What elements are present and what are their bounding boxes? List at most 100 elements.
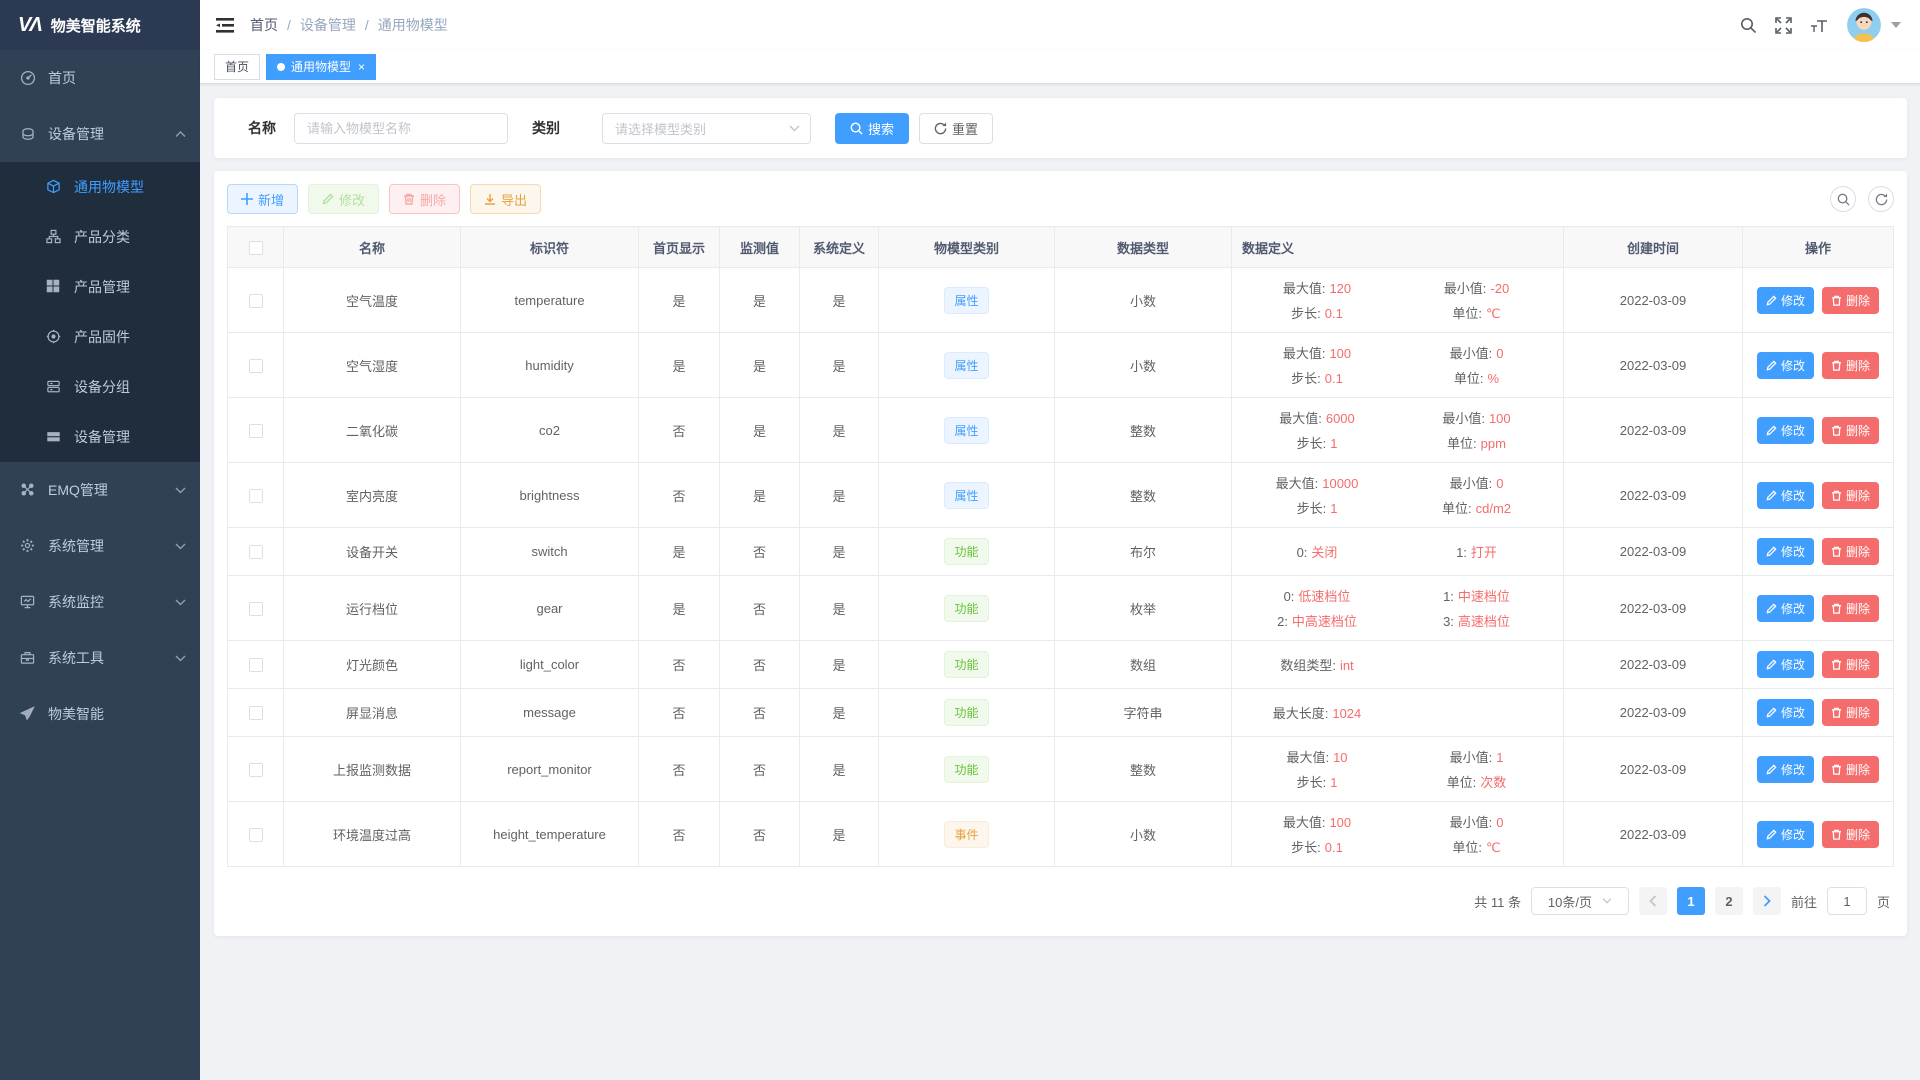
sidebar-item-emq-mgmt[interactable]: EMQ管理 bbox=[0, 462, 200, 518]
name-filter-input[interactable] bbox=[294, 113, 508, 144]
row-monitor-value: 否 bbox=[720, 576, 800, 641]
sidebar-menu: 首页设备管理通用物模型产品分类产品管理产品固件设备分组设备管理EMQ管理系统管理… bbox=[0, 50, 200, 742]
row-checkbox[interactable] bbox=[249, 294, 263, 308]
row-data-type: 整数 bbox=[1055, 737, 1232, 802]
row-system-defined: 是 bbox=[800, 802, 879, 867]
chevron-down-icon[interactable] bbox=[1891, 22, 1901, 28]
row-checkbox[interactable] bbox=[249, 424, 263, 438]
row-identifier: switch bbox=[461, 528, 639, 576]
row-created-time: 2022-03-09 bbox=[1564, 463, 1743, 528]
row-edit-button[interactable]: 修改 bbox=[1757, 482, 1814, 509]
row-delete-button[interactable]: 删除 bbox=[1822, 699, 1879, 726]
row-delete-button[interactable]: 删除 bbox=[1822, 756, 1879, 783]
page-button-1[interactable]: 1 bbox=[1677, 887, 1705, 915]
row-edit-button[interactable]: 修改 bbox=[1757, 651, 1814, 678]
row-category: 功能 bbox=[879, 528, 1055, 576]
row-checkbox[interactable] bbox=[249, 706, 263, 720]
row-delete-button[interactable]: 删除 bbox=[1822, 482, 1879, 509]
row-checkbox[interactable] bbox=[249, 658, 263, 672]
goto-page-input[interactable] bbox=[1827, 887, 1867, 915]
row-checkbox[interactable] bbox=[249, 763, 263, 777]
reset-button[interactable]: 重置 bbox=[919, 113, 993, 144]
delete-button[interactable]: 删除 bbox=[389, 184, 460, 214]
sidebar-fold-icon[interactable] bbox=[216, 18, 234, 33]
row-delete-button[interactable]: 删除 bbox=[1822, 821, 1879, 848]
row-edit-button[interactable]: 修改 bbox=[1757, 538, 1814, 565]
sidebar-item-thing-model[interactable]: 通用物模型 bbox=[0, 162, 200, 212]
add-button[interactable]: 新增 bbox=[227, 184, 298, 214]
row-name: 上报监测数据 bbox=[284, 737, 461, 802]
row-delete-button[interactable]: 删除 bbox=[1822, 287, 1879, 314]
sidebar-item-system-tools[interactable]: 系统工具 bbox=[0, 630, 200, 686]
row-created-time: 2022-03-09 bbox=[1564, 576, 1743, 641]
refresh-icon[interactable] bbox=[1868, 186, 1894, 212]
category-tag: 功能 bbox=[944, 651, 988, 678]
row-edit-button[interactable]: 修改 bbox=[1757, 821, 1814, 848]
row-edit-button[interactable]: 修改 bbox=[1757, 417, 1814, 444]
server-icon bbox=[46, 379, 62, 395]
sidebar-item-device-mgmt[interactable]: 设备管理 bbox=[0, 106, 200, 162]
sidebar-item-label: 产品分类 bbox=[74, 227, 186, 247]
row-checkbox[interactable] bbox=[249, 545, 263, 559]
edit-button[interactable]: 修改 bbox=[308, 184, 379, 214]
next-page-button[interactable] bbox=[1753, 887, 1781, 915]
row-edit-button[interactable]: 修改 bbox=[1757, 756, 1814, 783]
row-delete-button[interactable]: 删除 bbox=[1822, 651, 1879, 678]
row-delete-button[interactable]: 删除 bbox=[1822, 352, 1879, 379]
row-select-cell bbox=[228, 463, 284, 528]
row-identifier: temperature bbox=[461, 268, 639, 333]
page-button-2[interactable]: 2 bbox=[1715, 887, 1743, 915]
search-button[interactable]: 搜索 bbox=[835, 113, 909, 144]
row-data-def: 最大长度:1024 bbox=[1232, 689, 1564, 737]
row-delete-button[interactable]: 删除 bbox=[1822, 595, 1879, 622]
sidebar-item-home[interactable]: 首页 bbox=[0, 50, 200, 106]
tab-thing-model[interactable]: 通用物模型 × bbox=[266, 54, 376, 80]
sidebar-item-product-mgmt[interactable]: 产品管理 bbox=[0, 262, 200, 312]
avatar[interactable] bbox=[1847, 8, 1881, 42]
sidebar-item-system-monitor[interactable]: 系统监控 bbox=[0, 574, 200, 630]
goto-suffix: 页 bbox=[1877, 892, 1890, 911]
export-button[interactable]: 导出 bbox=[470, 184, 541, 214]
select-all-checkbox[interactable] bbox=[249, 241, 263, 255]
row-edit-button[interactable]: 修改 bbox=[1757, 287, 1814, 314]
row-checkbox[interactable] bbox=[249, 602, 263, 616]
row-actions: 修改删除 bbox=[1743, 641, 1894, 689]
category-filter-select[interactable]: 请选择模型类别 bbox=[602, 113, 811, 144]
tab-close-icon[interactable]: × bbox=[358, 60, 365, 74]
monitor-icon bbox=[20, 594, 36, 610]
page-size-select[interactable]: 10条/页 bbox=[1531, 887, 1629, 915]
prev-page-button[interactable] bbox=[1639, 887, 1667, 915]
row-edit-button[interactable]: 修改 bbox=[1757, 352, 1814, 379]
table-header-row: 名称标识符首页显示监测值系统定义物模型类别数据类型数据定义创建时间操作 bbox=[228, 227, 1894, 268]
show-search-icon[interactable] bbox=[1830, 186, 1856, 212]
table-row: 上报监测数据report_monitor否否是功能整数最大值:10最小值:1步长… bbox=[228, 737, 1894, 802]
row-delete-button[interactable]: 删除 bbox=[1822, 538, 1879, 565]
row-edit-button[interactable]: 修改 bbox=[1757, 595, 1814, 622]
row-category: 属性 bbox=[879, 398, 1055, 463]
sidebar-item-product-category[interactable]: 产品分类 bbox=[0, 212, 200, 262]
row-delete-button[interactable]: 删除 bbox=[1822, 417, 1879, 444]
row-actions: 修改删除 bbox=[1743, 463, 1894, 528]
row-data-def: 最大值:10最小值:1步长:1单位:次数 bbox=[1232, 737, 1564, 802]
font-size-icon[interactable] bbox=[1810, 17, 1829, 33]
search-icon[interactable] bbox=[1740, 17, 1757, 34]
row-checkbox[interactable] bbox=[249, 828, 263, 842]
row-select-cell bbox=[228, 737, 284, 802]
sidebar-item-wumei-smart[interactable]: 物美智能 bbox=[0, 686, 200, 742]
sidebar-item-device-group[interactable]: 设备分组 bbox=[0, 362, 200, 412]
data-def-pair: 步长:1 bbox=[1242, 433, 1392, 452]
row-edit-button[interactable]: 修改 bbox=[1757, 699, 1814, 726]
chevron-down-icon bbox=[175, 543, 186, 550]
column-header-6: 物模型类别 bbox=[879, 227, 1055, 268]
row-checkbox[interactable] bbox=[249, 489, 263, 503]
sidebar-item-label: 系统监控 bbox=[48, 592, 175, 612]
fullscreen-icon[interactable] bbox=[1775, 17, 1792, 34]
sidebar-item-product-firmware[interactable]: 产品固件 bbox=[0, 312, 200, 362]
column-header-8: 数据定义 bbox=[1232, 227, 1564, 268]
breadcrumb-home[interactable]: 首页 bbox=[250, 15, 278, 35]
name-filter-label: 名称 bbox=[248, 118, 276, 138]
sidebar-item-system-mgmt[interactable]: 系统管理 bbox=[0, 518, 200, 574]
tab-home[interactable]: 首页 bbox=[214, 54, 260, 80]
sidebar-item-device-mgmt[interactable]: 设备管理 bbox=[0, 412, 200, 462]
row-checkbox[interactable] bbox=[249, 359, 263, 373]
